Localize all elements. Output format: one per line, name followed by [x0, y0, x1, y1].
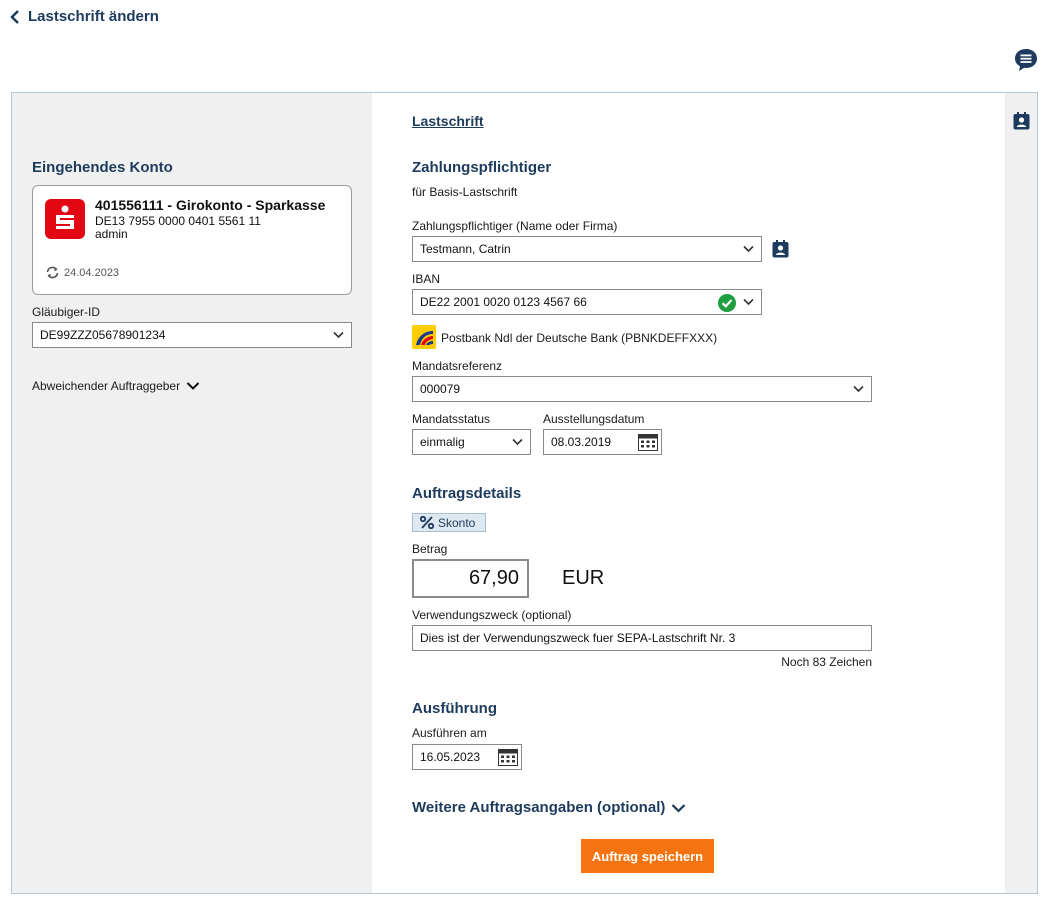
iban-label: IBAN: [412, 272, 441, 286]
purpose-input[interactable]: Dies ist der Verwendungszweck fuer SEPA-…: [412, 625, 872, 651]
calendar-icon[interactable]: [638, 433, 658, 451]
payer-section-title: Zahlungspflichtiger: [412, 159, 552, 176]
percent-icon: [420, 516, 434, 529]
chevron-down-icon: [186, 382, 200, 390]
more-details-toggle[interactable]: Weitere Auftragsangaben (optional): [412, 799, 686, 816]
creditor-id-label: Gläubiger-ID: [32, 305, 101, 319]
form-frame: Eingehendes Konto 401556111 - Girokonto …: [11, 92, 1038, 894]
sync-icon: [46, 266, 59, 279]
mandate-ref-label: Mandatsreferenz: [412, 359, 503, 373]
issue-date-input[interactable]: 08.03.2019: [543, 429, 662, 455]
iban-select[interactable]: DE22 2001 0020 0123 4567 66: [412, 289, 762, 315]
main-panel: Lastschrift Zahlungspflichtiger für Basi…: [372, 93, 1005, 893]
account-title: 401556111 - Girokonto - Sparkasse: [95, 197, 326, 213]
sparkasse-logo-icon: [45, 199, 85, 239]
currency-label: EUR: [562, 567, 605, 589]
chevron-down-icon: [672, 803, 686, 813]
payer-name-value: Testmann, Catrin: [420, 242, 511, 256]
execute-on-label: Ausführen am: [412, 726, 487, 740]
chars-remaining: Noch 83 Zeichen: [781, 655, 872, 669]
chat-icon[interactable]: [1014, 48, 1038, 72]
chevron-down-icon: [333, 331, 344, 339]
account-iban: DE13 7955 0000 0401 5561 11: [95, 214, 261, 228]
chevron-down-icon: [853, 385, 864, 393]
contact-book-icon[interactable]: [1013, 112, 1030, 130]
issue-date-label: Ausstellungsdatum: [543, 412, 645, 426]
payer-name-label: Zahlungspflichtiger (Name oder Firma): [412, 219, 618, 233]
account-card[interactable]: 401556111 - Girokonto - Sparkasse DE13 7…: [32, 185, 352, 295]
amount-value: 67,90: [468, 567, 519, 589]
purpose-label: Verwendungszweck (optional): [412, 608, 572, 622]
mandate-status-select[interactable]: einmalig: [412, 429, 531, 455]
chevron-down-icon: [743, 245, 754, 253]
more-details-label: Weitere Auftragsangaben (optional): [412, 799, 666, 816]
alt-payer-toggle[interactable]: Abweichender Auftraggeber: [32, 379, 200, 393]
mandate-ref-select[interactable]: 000079: [412, 376, 872, 402]
discount-button[interactable]: Skonto: [412, 513, 486, 532]
bank-info: Postbank Ndl der Deutsche Bank (PBNKDEFF…: [441, 331, 717, 345]
amount-input[interactable]: 67,90: [412, 559, 529, 598]
amount-label: Betrag: [412, 542, 448, 556]
bank-bic: (PBNKDEFFXXX): [621, 331, 718, 345]
account-sync-status: 24.04.2023: [45, 266, 119, 279]
creditor-id-value: DE99ZZZ05678901234: [40, 328, 166, 342]
calendar-icon[interactable]: [498, 748, 518, 766]
execute-on-value: 16.05.2023: [420, 750, 481, 764]
iban-value: DE22 2001 0020 0123 4567 66: [420, 295, 587, 309]
incoming-account-title: Eingehendes Konto: [32, 159, 173, 176]
save-order-button[interactable]: Auftrag speichern: [581, 839, 714, 873]
chevron-left-icon: [10, 9, 19, 24]
execute-on-input[interactable]: 16.05.2023: [412, 744, 522, 770]
payer-name-select[interactable]: Testmann, Catrin: [412, 236, 762, 262]
mandate-status-label: Mandatsstatus: [412, 412, 491, 426]
order-details-title: Auftragsdetails: [412, 485, 522, 502]
discount-label: Skonto: [438, 515, 476, 530]
address-book-icon[interactable]: [772, 240, 789, 258]
sync-date: 24.04.2023: [64, 266, 120, 279]
check-valid-icon: [718, 294, 736, 312]
back-link[interactable]: Lastschrift ändern: [10, 8, 159, 25]
creditor-id-select[interactable]: DE99ZZZ05678901234: [32, 322, 352, 348]
left-panel: Eingehendes Konto 401556111 - Girokonto …: [12, 93, 372, 893]
back-link-label: Lastschrift ändern: [28, 8, 159, 25]
issue-date-value: 08.03.2019: [551, 435, 612, 449]
chevron-down-icon: [512, 438, 523, 446]
mandate-status-value: einmalig: [420, 435, 465, 449]
postbank-logo-icon: [412, 325, 436, 349]
execution-title: Ausführung: [412, 700, 497, 717]
right-sidebar: [1005, 93, 1037, 893]
mandate-ref-value: 000079: [420, 382, 461, 396]
purpose-value: Dies ist der Verwendungszweck fuer SEPA-…: [420, 631, 736, 645]
alt-payer-label: Abweichender Auftraggeber: [32, 379, 181, 393]
chevron-down-icon: [743, 298, 754, 306]
payer-subtitle: für Basis-Lastschrift: [412, 185, 518, 199]
account-user: admin: [95, 227, 128, 241]
tab-lastschrift[interactable]: Lastschrift: [412, 113, 484, 129]
bank-name: Postbank Ndl der Deutsche Bank: [441, 331, 618, 345]
